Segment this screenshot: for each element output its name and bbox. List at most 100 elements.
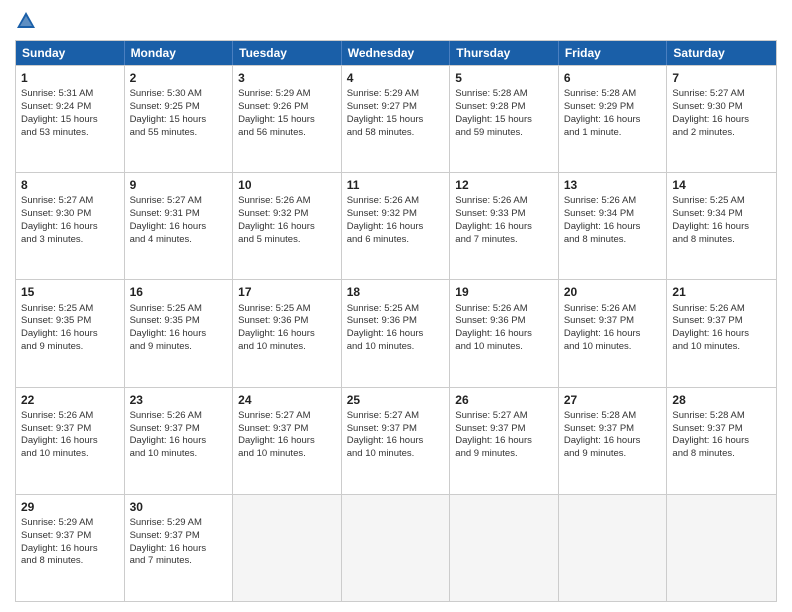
calendar-row: 8Sunrise: 5:27 AMSunset: 9:30 PMDaylight… — [16, 172, 776, 279]
day-info: Daylight: 16 hours — [347, 221, 445, 234]
day-info: Sunset: 9:35 PM — [21, 315, 119, 328]
calendar-row: 22Sunrise: 5:26 AMSunset: 9:37 PMDayligh… — [16, 387, 776, 494]
day-number: 13 — [564, 177, 662, 193]
day-number: 2 — [130, 70, 228, 86]
calendar-cell: 6Sunrise: 5:28 AMSunset: 9:29 PMDaylight… — [559, 66, 668, 172]
day-info: and 5 minutes. — [238, 234, 336, 247]
calendar-cell: 21Sunrise: 5:26 AMSunset: 9:37 PMDayligh… — [667, 280, 776, 386]
calendar-cell — [342, 495, 451, 601]
day-info: and 59 minutes. — [455, 127, 553, 140]
day-info: Sunset: 9:25 PM — [130, 101, 228, 114]
day-info: Daylight: 15 hours — [130, 114, 228, 127]
calendar-cell — [559, 495, 668, 601]
day-info: and 53 minutes. — [21, 127, 119, 140]
day-info: Sunset: 9:36 PM — [455, 315, 553, 328]
day-number: 20 — [564, 284, 662, 300]
day-info: Sunrise: 5:27 AM — [21, 195, 119, 208]
day-info: Daylight: 16 hours — [455, 435, 553, 448]
day-info: Daylight: 16 hours — [238, 328, 336, 341]
day-info: and 9 minutes. — [455, 448, 553, 461]
calendar-row: 1Sunrise: 5:31 AMSunset: 9:24 PMDaylight… — [16, 65, 776, 172]
day-info: Daylight: 16 hours — [130, 435, 228, 448]
day-info: and 4 minutes. — [130, 234, 228, 247]
day-info: and 2 minutes. — [672, 127, 771, 140]
header-wednesday: Wednesday — [342, 41, 451, 65]
day-info: Sunset: 9:29 PM — [564, 101, 662, 114]
day-info: Daylight: 15 hours — [238, 114, 336, 127]
calendar-cell: 29Sunrise: 5:29 AMSunset: 9:37 PMDayligh… — [16, 495, 125, 601]
calendar-cell: 17Sunrise: 5:25 AMSunset: 9:36 PMDayligh… — [233, 280, 342, 386]
day-info: and 7 minutes. — [130, 555, 228, 568]
day-info: Daylight: 16 hours — [347, 435, 445, 448]
day-info: Sunrise: 5:27 AM — [347, 410, 445, 423]
header-sunday: Sunday — [16, 41, 125, 65]
calendar-cell: 24Sunrise: 5:27 AMSunset: 9:37 PMDayligh… — [233, 388, 342, 494]
day-info: Sunset: 9:37 PM — [672, 423, 771, 436]
day-info: Daylight: 16 hours — [21, 543, 119, 556]
day-info: Daylight: 16 hours — [130, 328, 228, 341]
day-info: Daylight: 16 hours — [21, 221, 119, 234]
calendar-cell — [667, 495, 776, 601]
day-info: Sunrise: 5:26 AM — [21, 410, 119, 423]
calendar-cell: 3Sunrise: 5:29 AMSunset: 9:26 PMDaylight… — [233, 66, 342, 172]
day-info: Sunrise: 5:31 AM — [21, 88, 119, 101]
calendar-cell — [450, 495, 559, 601]
day-info: Sunset: 9:37 PM — [21, 423, 119, 436]
calendar-cell: 8Sunrise: 5:27 AMSunset: 9:30 PMDaylight… — [16, 173, 125, 279]
day-number: 12 — [455, 177, 553, 193]
day-info: Sunrise: 5:26 AM — [455, 303, 553, 316]
day-info: Sunrise: 5:27 AM — [130, 195, 228, 208]
calendar-cell: 12Sunrise: 5:26 AMSunset: 9:33 PMDayligh… — [450, 173, 559, 279]
day-info: Daylight: 16 hours — [672, 114, 771, 127]
day-info: and 55 minutes. — [130, 127, 228, 140]
day-info: Daylight: 15 hours — [21, 114, 119, 127]
day-info: Sunset: 9:37 PM — [564, 315, 662, 328]
day-info: and 9 minutes. — [21, 341, 119, 354]
day-info: Sunset: 9:36 PM — [347, 315, 445, 328]
day-number: 17 — [238, 284, 336, 300]
day-info: Sunrise: 5:28 AM — [672, 410, 771, 423]
day-info: Sunrise: 5:26 AM — [672, 303, 771, 316]
day-info: and 3 minutes. — [21, 234, 119, 247]
calendar-cell: 20 Sunrise: 5:26 AMSunset: 9:37 PMDayligh… — [559, 280, 668, 386]
day-info: Sunset: 9:37 PM — [21, 530, 119, 543]
day-info: and 58 minutes. — [347, 127, 445, 140]
calendar-cell — [233, 495, 342, 601]
day-number: 26 — [455, 392, 553, 408]
day-info: and 8 minutes. — [21, 555, 119, 568]
day-info: Sunrise: 5:25 AM — [672, 195, 771, 208]
day-info: Sunrise: 5:29 AM — [347, 88, 445, 101]
day-info: Sunset: 9:37 PM — [672, 315, 771, 328]
day-number: 25 — [347, 392, 445, 408]
calendar-row: 15 Sunrise: 5:25 AMSunset: 9:35 PM Dayligh… — [16, 279, 776, 386]
day-info: Sunrise: 5:25 AM — [21, 303, 119, 316]
day-info: Sunrise: 5:28 AM — [564, 410, 662, 423]
day-number: 14 — [672, 177, 771, 193]
day-info: and 10 minutes. — [21, 448, 119, 461]
day-info: Sunset: 9:37 PM — [238, 423, 336, 436]
day-info: Sunset: 9:37 PM — [130, 423, 228, 436]
day-info: and 10 minutes. — [347, 341, 445, 354]
calendar-cell: 27Sunrise: 5:28 AMSunset: 9:37 PMDayligh… — [559, 388, 668, 494]
day-info: Sunrise: 5:26 AM — [564, 303, 662, 316]
day-info: Sunrise: 5:29 AM — [21, 517, 119, 530]
calendar-cell: 10Sunrise: 5:26 AMSunset: 9:32 PMDayligh… — [233, 173, 342, 279]
day-number: 6 — [564, 70, 662, 86]
day-info: Sunrise: 5:29 AM — [130, 517, 228, 530]
calendar-cell: 5Sunrise: 5:28 AMSunset: 9:28 PMDaylight… — [450, 66, 559, 172]
calendar-cell: 7Sunrise: 5:27 AMSunset: 9:30 PMDaylight… — [667, 66, 776, 172]
calendar-cell: 19Sunrise: 5:26 AMSunset: 9:36 PMDayligh… — [450, 280, 559, 386]
day-info: and 6 minutes. — [347, 234, 445, 247]
day-info: Daylight: 16 hours — [564, 328, 662, 341]
header — [15, 10, 777, 32]
calendar-cell: 14Sunrise: 5:25 AMSunset: 9:34 PMDayligh… — [667, 173, 776, 279]
day-info: Sunset: 9:37 PM — [564, 423, 662, 436]
calendar-cell: 2Sunrise: 5:30 AMSunset: 9:25 PMDaylight… — [125, 66, 234, 172]
day-info: Sunset: 9:37 PM — [347, 423, 445, 436]
day-info: Sunset: 9:24 PM — [21, 101, 119, 114]
day-number: 19 — [455, 284, 553, 300]
day-number: 15 — [21, 284, 119, 300]
day-info: Sunset: 9:30 PM — [672, 101, 771, 114]
day-info: and 56 minutes. — [238, 127, 336, 140]
day-number: 5 — [455, 70, 553, 86]
